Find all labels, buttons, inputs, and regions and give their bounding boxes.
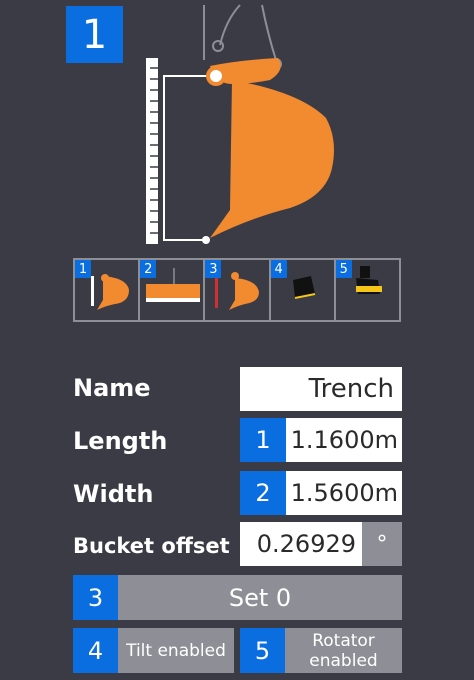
rotator-enabled-label: Rotator enabled xyxy=(309,630,378,671)
rotator-step-badge: 5 xyxy=(240,628,285,673)
measure-bracket xyxy=(163,75,214,241)
bucket-measure-illustration xyxy=(146,4,334,244)
tip-point xyxy=(202,236,210,244)
width-step-badge: 2 xyxy=(240,471,286,515)
step-thumbnail-strip: 1 2 3 4 5 xyxy=(73,258,401,322)
step-badge-main: 1 xyxy=(66,6,123,63)
name-label: Name xyxy=(73,374,151,402)
rotator-step-number: 5 xyxy=(254,636,271,665)
pivot-point-center xyxy=(210,70,222,82)
length-input-value: 1.1600m xyxy=(290,426,398,454)
width-label: Width xyxy=(73,480,154,508)
tilt-step-number: 4 xyxy=(87,636,104,665)
set0-step-number: 3 xyxy=(87,583,104,612)
step-thumbnail-5[interactable]: 5 xyxy=(335,260,399,320)
step-thumbnail-4[interactable]: 4 xyxy=(270,260,336,320)
rotator-enabled-button[interactable]: Rotator enabled xyxy=(285,628,402,673)
step-thumbnail-1[interactable]: 1 xyxy=(75,260,141,320)
step-thumbnail-2[interactable]: 2 xyxy=(140,260,206,320)
set0-button-label: Set 0 xyxy=(228,583,292,612)
bucket-shape xyxy=(210,80,334,238)
step-thumbnail-3[interactable]: 3 xyxy=(205,260,271,320)
width-input-value: 1.5600m xyxy=(290,479,398,507)
step-thumbnail-3-number: 3 xyxy=(205,260,222,278)
width-step-number: 2 xyxy=(255,479,271,507)
tilt-enabled-button[interactable]: Tilt enabled xyxy=(118,628,234,673)
set0-button[interactable]: Set 0 xyxy=(118,575,402,620)
bucket-offset-unit: ° xyxy=(362,522,402,566)
step-thumbnail-5-number: 5 xyxy=(335,260,352,278)
step-thumbnail-4-number: 4 xyxy=(270,260,287,278)
length-label: Length xyxy=(73,427,168,455)
tilt-enabled-label: Tilt enabled xyxy=(126,640,226,661)
degree-unit: ° xyxy=(376,531,388,557)
ruler xyxy=(146,58,158,244)
set0-step-badge: 3 xyxy=(73,575,118,620)
step-thumbnail-1-number: 1 xyxy=(75,260,91,278)
bucket-offset-label: Bucket offset xyxy=(73,534,230,558)
length-step-number: 1 xyxy=(255,426,271,454)
name-input[interactable]: Trench xyxy=(240,367,402,411)
length-input[interactable]: 1.1600m xyxy=(286,418,402,462)
step-badge-main-number: 1 xyxy=(81,11,108,58)
bucket-offset-value: 0.26929 xyxy=(256,530,356,558)
step-thumbnail-2-number: 2 xyxy=(140,260,157,278)
tilt-step-badge: 4 xyxy=(73,628,118,673)
length-step-badge: 1 xyxy=(240,418,286,462)
name-input-value: Trench xyxy=(308,374,394,404)
bucket-offset-input[interactable]: 0.26929 xyxy=(240,522,362,566)
width-input[interactable]: 1.5600m xyxy=(286,471,402,515)
